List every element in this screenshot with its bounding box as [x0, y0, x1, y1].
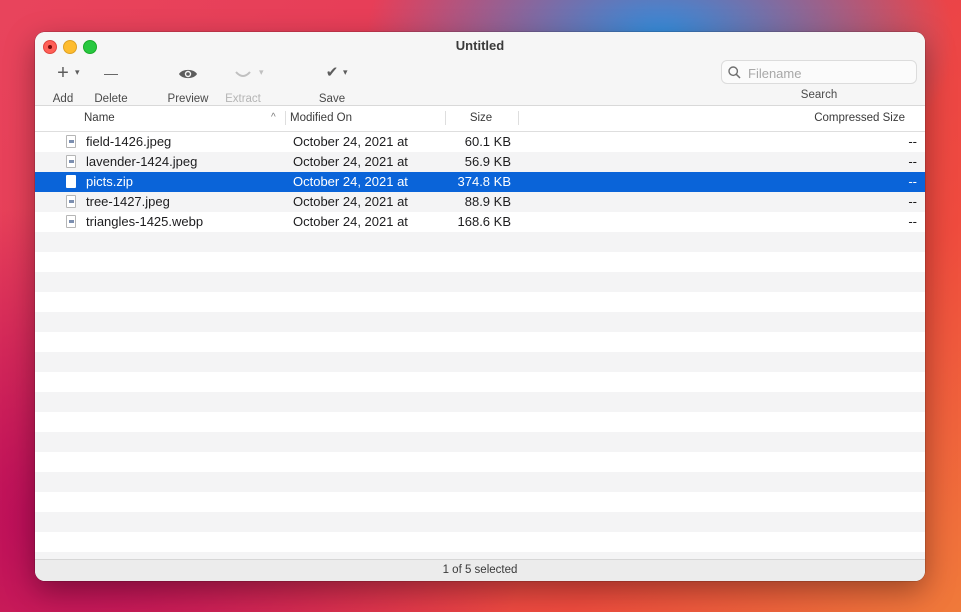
file-row[interactable]: tree-1427.jpeg October 24, 2021 at 88.9 KB…: [35, 192, 925, 212]
file-size: 374.8 KB: [457, 174, 512, 189]
eye-icon: [165, 62, 211, 84]
search-input[interactable]: [746, 63, 910, 83]
delete-button[interactable]: — Delete: [91, 62, 131, 105]
empty-row: [35, 332, 925, 352]
column-size-label: Size: [469, 112, 493, 124]
file-modified: October 24, 2021 at: [293, 154, 408, 169]
desktop-wallpaper: Untitled + Add ▾ — Delete Preview Extrac…: [0, 0, 961, 612]
column-header-compressed[interactable]: Compressed Size: [755, 106, 905, 131]
selection-count: 1 of 5 selected: [442, 564, 518, 576]
empty-row: [35, 512, 925, 532]
titlebar-toolbar: Untitled + Add ▾ — Delete Preview Extrac…: [35, 32, 925, 106]
empty-row: [35, 472, 925, 492]
column-divider[interactable]: [285, 111, 286, 125]
file-modified: October 24, 2021 at: [293, 134, 408, 149]
file-name: lavender-1424.jpeg: [86, 154, 198, 169]
archive-window: Untitled + Add ▾ — Delete Preview Extrac…: [35, 32, 925, 581]
add-menu-chevron-down-icon[interactable]: ▾: [75, 67, 80, 78]
file-size: 168.6 KB: [457, 214, 512, 229]
file-list: field-1426.jpeg October 24, 2021 at 60.1 K…: [35, 132, 925, 560]
file-icon: [66, 135, 76, 148]
extract-menu-chevron-down-icon[interactable]: ▾: [259, 67, 264, 78]
search-icon: [728, 66, 741, 79]
file-row[interactable]: picts.zip October 24, 2021 at 374.8 KB --: [35, 172, 925, 192]
file-icon: [66, 175, 76, 188]
empty-row: [35, 352, 925, 372]
file-row[interactable]: triangles-1425.webp October 24, 2021 at 16…: [35, 212, 925, 232]
preview-label: Preview: [167, 93, 209, 105]
file-compressed-size: --: [908, 194, 917, 209]
save-label: Save: [318, 93, 346, 105]
column-modified-label: Modified On: [290, 112, 353, 124]
column-divider[interactable]: [518, 111, 519, 125]
file-compressed-size: --: [908, 154, 917, 169]
file-compressed-size: --: [908, 134, 917, 149]
file-compressed-size: --: [908, 214, 917, 229]
file-modified: October 24, 2021 at: [293, 174, 408, 189]
file-row[interactable]: field-1426.jpeg October 24, 2021 at 60.1 K…: [35, 132, 925, 152]
empty-row: [35, 412, 925, 432]
file-icon: [66, 215, 76, 228]
empty-row: [35, 392, 925, 412]
search-label: Search: [800, 89, 838, 101]
column-header-name[interactable]: Name: [84, 106, 284, 131]
empty-row: [35, 292, 925, 312]
minus-icon: —: [104, 65, 118, 81]
empty-row: [35, 232, 925, 252]
file-icon: [66, 195, 76, 208]
empty-row: [35, 532, 925, 552]
file-name: field-1426.jpeg: [86, 134, 172, 149]
save-menu-chevron-down-icon[interactable]: ▾: [343, 67, 348, 78]
file-name: picts.zip: [86, 174, 133, 189]
preview-button[interactable]: Preview: [165, 62, 211, 105]
column-header: Name ^ Modified On Size Compressed Size: [35, 106, 925, 132]
column-name-label: Name: [84, 112, 115, 124]
column-header-size[interactable]: Size: [445, 106, 517, 131]
extract-label: Extract: [225, 93, 261, 105]
empty-row: [35, 312, 925, 332]
empty-row: [35, 492, 925, 512]
file-modified: October 24, 2021 at: [293, 194, 408, 209]
search-field[interactable]: [721, 60, 917, 84]
empty-row: [35, 272, 925, 292]
empty-row: [35, 452, 925, 472]
file-size: 60.1 KB: [464, 134, 511, 149]
window-title: Untitled: [455, 38, 505, 53]
file-size: 88.9 KB: [464, 194, 511, 209]
empty-row: [35, 372, 925, 392]
column-compressed-label: Compressed Size: [814, 112, 905, 124]
status-bar: 1 of 5 selected: [35, 559, 925, 581]
file-size: 56.9 KB: [464, 154, 511, 169]
column-header-modified[interactable]: Modified On: [290, 106, 352, 131]
file-modified: October 24, 2021 at: [293, 214, 408, 229]
file-compressed-size: --: [908, 174, 917, 189]
delete-label: Delete: [94, 93, 128, 105]
file-name: tree-1427.jpeg: [86, 194, 170, 209]
file-name: triangles-1425.webp: [86, 214, 204, 229]
file-row[interactable]: lavender-1424.jpeg October 24, 2021 at 56.…: [35, 152, 925, 172]
empty-row: [35, 252, 925, 272]
sort-ascending-icon: ^: [271, 112, 276, 123]
add-label: Add: [52, 93, 74, 105]
empty-row: [35, 432, 925, 452]
file-icon: [66, 155, 76, 168]
